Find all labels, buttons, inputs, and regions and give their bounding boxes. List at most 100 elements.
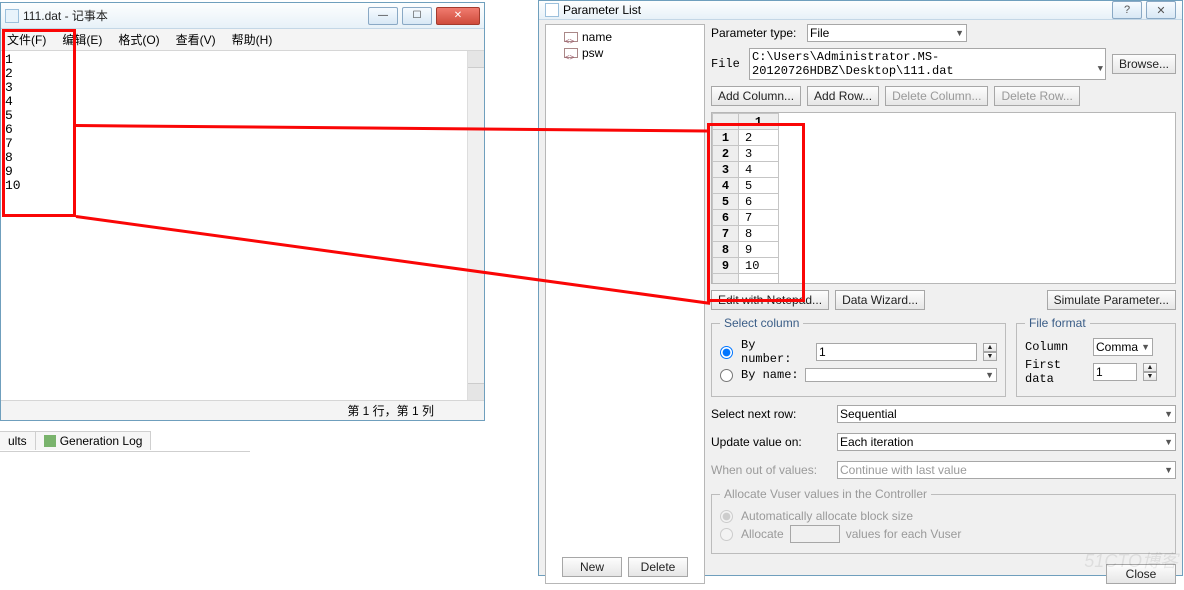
by-number-radio[interactable] xyxy=(720,346,733,359)
tree-item-psw[interactable]: psw xyxy=(550,45,700,61)
minimize-button[interactable]: — xyxy=(368,7,398,25)
grid-row-header[interactable] xyxy=(713,274,739,285)
grid-row-header[interactable]: 1 xyxy=(713,130,739,146)
update-value-on-select[interactable]: Each iteration ▼ xyxy=(837,433,1176,451)
grid-row-header[interactable]: 2 xyxy=(713,146,739,162)
spin-up-button[interactable]: ▲ xyxy=(1143,363,1157,372)
tab-ults[interactable]: ults xyxy=(0,431,36,450)
parameter-detail-panel: Parameter type: File ▼ File C:\Users\Adm… xyxy=(711,24,1176,584)
grid-row-header[interactable]: 4 xyxy=(713,178,739,194)
column-delim-select[interactable]: Comma ▼ xyxy=(1093,338,1153,356)
file-label: File xyxy=(711,57,743,71)
parameter-type-select[interactable]: File ▼ xyxy=(807,24,967,42)
grid-row-header[interactable]: 6 xyxy=(713,210,739,226)
tree-item-name[interactable]: name xyxy=(550,29,700,45)
parameter-type-value: File xyxy=(810,26,829,40)
grid-row-header[interactable]: 8 xyxy=(713,242,739,258)
grid-cell[interactable]: 9 xyxy=(739,242,779,258)
notepad-menubar: 文件(F) 编辑(E) 格式(O) 查看(V) 帮助(H) xyxy=(1,29,484,51)
simulate-parameter-button[interactable]: Simulate Parameter... xyxy=(1047,290,1176,310)
caret-position: 第 1 行，第 1 列 xyxy=(347,402,434,419)
maximize-button[interactable]: ☐ xyxy=(402,7,432,25)
grid-cell[interactable]: 7 xyxy=(739,210,779,226)
menu-edit[interactable]: 编辑(E) xyxy=(62,31,102,48)
spin-down-button[interactable]: ▼ xyxy=(983,352,997,361)
notepad-textarea[interactable]: 1 2 3 4 5 6 7 8 9 10 xyxy=(1,51,467,400)
data-grid[interactable]: 1 1223344556677889910 xyxy=(711,112,1176,284)
select-column-group: Select column By number: ▲ ▼ By name: xyxy=(711,316,1006,397)
out-of-values-label: When out of values: xyxy=(711,463,831,477)
grid-cell[interactable]: 8 xyxy=(739,226,779,242)
chevron-down-icon: ▼ xyxy=(1141,342,1150,352)
grid-cell[interactable]: 4 xyxy=(739,162,779,178)
help-button[interactable]: ? xyxy=(1112,1,1142,19)
grid-row-header[interactable]: 9 xyxy=(713,258,739,274)
chevron-down-icon: ▼ xyxy=(985,370,994,380)
spin-down-button[interactable]: ▼ xyxy=(1143,372,1157,381)
grid-cell[interactable]: 10 xyxy=(739,258,779,274)
tab-generation-log-label: Generation Log xyxy=(60,434,143,448)
grid-cell[interactable]: 3 xyxy=(739,146,779,162)
scroll-up-button[interactable] xyxy=(468,51,484,68)
notepad-titlebar[interactable]: 111.dat - 记事本 — ☐ ✕ xyxy=(1,3,484,29)
delete-row-button[interactable]: Delete Row... xyxy=(994,86,1079,106)
close-button[interactable]: Close xyxy=(1106,564,1176,584)
menu-view[interactable]: 查看(V) xyxy=(176,31,216,48)
vertical-scrollbar[interactable] xyxy=(467,51,484,400)
notepad-body: 1 2 3 4 5 6 7 8 9 10 xyxy=(1,51,484,400)
select-next-row-value: Sequential xyxy=(840,407,897,421)
allocate-radio xyxy=(720,528,733,541)
delete-parameter-button[interactable]: Delete xyxy=(628,557,688,577)
grid-cell[interactable]: 2 xyxy=(739,130,779,146)
update-value-on-value: Each iteration xyxy=(840,435,913,449)
menu-file[interactable]: 文件(F) xyxy=(7,31,46,48)
auto-allocate-radio xyxy=(720,510,733,523)
out-of-values-value: Continue with last value xyxy=(840,463,967,477)
menu-help[interactable]: 帮助(H) xyxy=(232,31,273,48)
column-delim-label: Column xyxy=(1025,340,1087,354)
grid-cell[interactable]: 6 xyxy=(739,194,779,210)
tree-item-label: psw xyxy=(582,46,603,60)
by-name-select[interactable]: ▼ xyxy=(805,368,997,382)
param-icon xyxy=(564,48,578,58)
allocate-vuser-group: Allocate Vuser values in the Controller … xyxy=(711,487,1176,554)
chevron-down-icon: ▼ xyxy=(1098,64,1103,74)
select-next-row-select[interactable]: Sequential ▼ xyxy=(837,405,1176,423)
first-data-input[interactable] xyxy=(1093,363,1137,381)
spin-up-button[interactable]: ▲ xyxy=(983,343,997,352)
add-row-button[interactable]: Add Row... xyxy=(807,86,879,106)
grid-cell[interactable] xyxy=(739,274,779,285)
allocate-count-input xyxy=(790,525,840,543)
parameter-list-title: Parameter List xyxy=(563,3,1108,17)
parameter-list-window: Parameter List ? ✕ name psw New Delete xyxy=(538,0,1183,576)
parameter-tree: name psw New Delete xyxy=(545,24,705,584)
grid-cell[interactable]: 5 xyxy=(739,178,779,194)
file-path-input[interactable]: C:\Users\Administrator.MS-20120726HDBZ\D… xyxy=(749,48,1106,80)
new-parameter-button[interactable]: New xyxy=(562,557,622,577)
by-number-input[interactable] xyxy=(816,343,977,361)
column-delim-value: Comma xyxy=(1096,340,1138,354)
parameter-list-icon xyxy=(545,3,559,17)
by-name-radio[interactable] xyxy=(720,369,733,382)
tab-generation-log[interactable]: Generation Log xyxy=(35,431,152,450)
grid-row-header[interactable]: 7 xyxy=(713,226,739,242)
close-button[interactable]: ✕ xyxy=(436,7,480,25)
edit-with-notepad-button[interactable]: Edit with Notepad... xyxy=(711,290,829,310)
grid-col-header[interactable]: 1 xyxy=(739,114,779,130)
menu-format[interactable]: 格式(O) xyxy=(118,31,159,48)
add-column-button[interactable]: Add Column... xyxy=(711,86,801,106)
parameter-list-titlebar[interactable]: Parameter List ? ✕ xyxy=(539,1,1182,20)
data-wizard-button[interactable]: Data Wizard... xyxy=(835,290,925,310)
chevron-down-icon: ▼ xyxy=(955,28,964,38)
grid-row-header[interactable]: 5 xyxy=(713,194,739,210)
grid-row-header[interactable]: 3 xyxy=(713,162,739,178)
generation-log-icon xyxy=(44,435,56,447)
dialog-close-button[interactable]: ✕ xyxy=(1146,1,1176,19)
select-column-legend: Select column xyxy=(720,316,803,330)
chevron-down-icon: ▼ xyxy=(1164,437,1173,447)
scroll-down-button[interactable] xyxy=(468,383,484,400)
tree-item-label: name xyxy=(582,30,612,44)
parameter-tree-list[interactable]: name psw xyxy=(546,25,704,551)
delete-column-button[interactable]: Delete Column... xyxy=(885,86,988,106)
browse-button[interactable]: Browse... xyxy=(1112,54,1176,74)
